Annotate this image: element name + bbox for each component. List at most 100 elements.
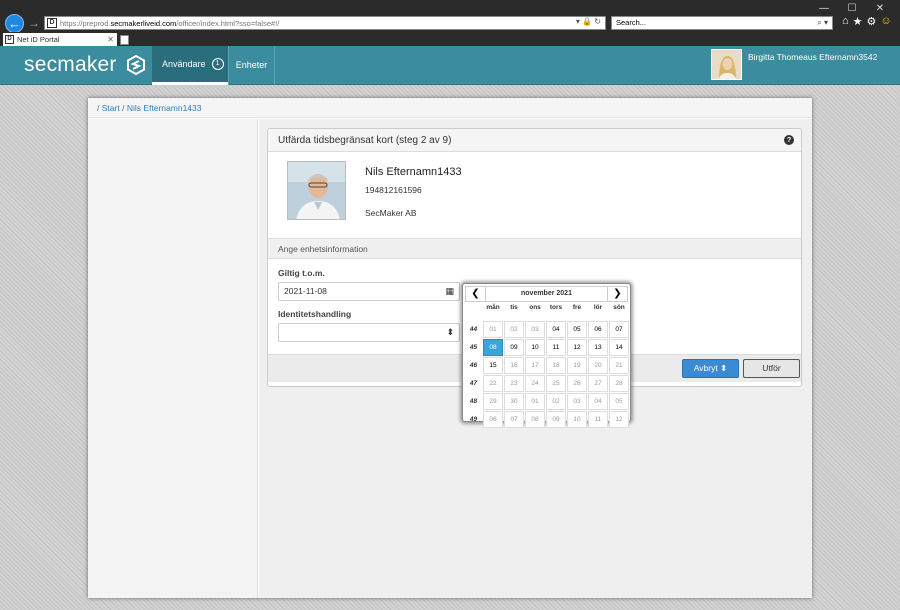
- run-button[interactable]: Utför: [743, 359, 800, 378]
- day-cell: 01: [483, 321, 503, 338]
- day-cell[interactable]: 08: [483, 339, 503, 356]
- day-cell: 19: [567, 357, 587, 374]
- weekday-header: tis: [510, 304, 518, 311]
- date-picker-title[interactable]: november 2021: [486, 287, 607, 301]
- date-picker: ❮ november 2021 ❯ mån tis ons tors fre lör sön…: [462, 283, 631, 428]
- day-cell: 07: [504, 411, 524, 428]
- new-tab-icon[interactable]: [120, 35, 129, 45]
- weekday-header: tors: [549, 304, 563, 311]
- select-arrows-icon: ⬍: [446, 327, 454, 337]
- valid-to-label: Giltig t.o.m.: [278, 268, 325, 278]
- address-tools-icons[interactable]: ▾ 🔒 ↻: [576, 17, 601, 26]
- browser-toolbar: ⌂ ★ ⚙ ☺: [842, 15, 892, 28]
- current-user-name[interactable]: Birgitta Thomeaus Efternamn3542: [748, 52, 877, 62]
- address-url: https://preprod.secmakerliveid.com/offic…: [60, 18, 280, 28]
- nav-users-badge: 1: [211, 58, 224, 70]
- day-cell: 10: [567, 411, 587, 428]
- day-cell[interactable]: 14: [609, 339, 629, 356]
- weekday-header: sön: [613, 304, 625, 311]
- prev-month-chevron-icon[interactable]: ❮: [466, 287, 486, 301]
- person-name: Nils Efternamn1433: [365, 166, 462, 178]
- breadcrumb-start-link[interactable]: Start: [102, 103, 120, 113]
- tab-title: Net iD Portal: [17, 35, 60, 44]
- breadcrumb-current-link[interactable]: Nils Efternamn1433: [127, 103, 202, 113]
- date-picker-grid: mån tis ons tors fre lör sön 44 01 02 03 04 05 06 07 45…: [465, 303, 629, 428]
- dropdown-arrows-icon: ⬍: [720, 363, 728, 373]
- week-number: 44: [469, 326, 478, 333]
- app-header: secmaker Användare 1 Enheter Birgitta Th…: [0, 46, 900, 85]
- browser-search-input[interactable]: Search... ⌕ ▾: [611, 16, 833, 30]
- close-window-icon[interactable]: ✕: [866, 2, 894, 16]
- day-cell: 23: [504, 375, 524, 392]
- person-personal-number: 194812161596: [365, 185, 422, 195]
- panel-title: Utfärda tidsbegränsat kort (steg 2 av 9): [278, 135, 452, 146]
- day-cell: 21: [609, 357, 629, 374]
- week-number: 49: [469, 416, 478, 423]
- day-cell[interactable]: 06: [588, 321, 608, 338]
- weekday-header: fre: [572, 304, 582, 311]
- weekday-header: ons: [529, 304, 541, 311]
- maximize-icon[interactable]: ☐: [838, 2, 866, 16]
- weekday-header-blank: [465, 303, 482, 312]
- date-picker-header: ❮ november 2021 ❯: [465, 286, 628, 302]
- day-cell[interactable]: 13: [588, 339, 608, 356]
- day-cell: 08: [525, 411, 545, 428]
- day-cell: 20: [588, 357, 608, 374]
- home-icon[interactable]: ⌂: [842, 15, 849, 28]
- day-cell: 05: [609, 393, 629, 410]
- settings-gear-icon[interactable]: ⚙: [867, 15, 877, 28]
- secmaker-logo[interactable]: secmaker: [24, 53, 147, 77]
- day-cell: 24: [525, 375, 545, 392]
- user-avatar[interactable]: [711, 49, 742, 80]
- main-card: / Start / Nils Efternamn1433 Utfärda tid…: [88, 98, 812, 598]
- browser-tab[interactable]: D Net iD Portal ✕: [3, 33, 117, 46]
- day-cell: 28: [609, 375, 629, 392]
- nav-units-tab[interactable]: Enheter: [228, 46, 275, 85]
- cancel-button[interactable]: Avbryt ⬍: [682, 359, 739, 378]
- person-profile: Nils Efternamn1433 194812161596 SecMaker…: [268, 152, 801, 239]
- search-icon[interactable]: ⌕ ▾: [817, 17, 828, 29]
- tab-bar: D Net iD Portal ✕: [0, 32, 900, 46]
- tab-close-icon[interactable]: ✕: [107, 33, 114, 46]
- help-icon[interactable]: ?: [784, 135, 794, 145]
- day-cell[interactable]: 04: [546, 321, 566, 338]
- favorites-star-icon[interactable]: ★: [853, 15, 863, 28]
- forward-arrow-icon[interactable]: →: [28, 15, 42, 31]
- tab-favicon-icon: D: [5, 35, 14, 44]
- user-avatar-image: [712, 50, 741, 79]
- day-cell: 01: [525, 393, 545, 410]
- valid-to-date-input[interactable]: 2021-11-08 ▦: [278, 282, 460, 301]
- back-arrow-icon[interactable]: ←: [5, 14, 24, 33]
- breadcrumb: / Start / Nils Efternamn1433: [88, 98, 812, 118]
- week-number: 47: [469, 380, 478, 387]
- day-cell: 25: [546, 375, 566, 392]
- day-cell[interactable]: 07: [609, 321, 629, 338]
- weekday-header: lör: [593, 304, 603, 311]
- nav-users-tab[interactable]: Användare 1: [152, 46, 228, 85]
- day-cell[interactable]: 10: [525, 339, 545, 356]
- id-document-select[interactable]: ⬍: [278, 323, 460, 342]
- day-cell: 18: [546, 357, 566, 374]
- day-cell[interactable]: 15: [483, 357, 503, 374]
- day-cell[interactable]: 05: [567, 321, 587, 338]
- person-photo: [287, 161, 346, 220]
- day-cell: 03: [567, 393, 587, 410]
- day-cell: 26: [567, 375, 587, 392]
- day-cell: 02: [546, 393, 566, 410]
- day-cell: 02: [504, 321, 524, 338]
- week-number: 48: [469, 398, 478, 405]
- address-bar[interactable]: D https://preprod.secmakerliveid.com/off…: [44, 16, 606, 30]
- day-cell[interactable]: 09: [504, 339, 524, 356]
- day-cell[interactable]: 11: [546, 339, 566, 356]
- minimize-icon[interactable]: —: [810, 2, 838, 16]
- feedback-smiley-icon[interactable]: ☺: [880, 15, 891, 28]
- logo-mark-icon: [126, 54, 145, 76]
- day-cell[interactable]: 12: [567, 339, 587, 356]
- day-cell: 03: [525, 321, 545, 338]
- day-cell: 12: [609, 411, 629, 428]
- day-cell: 27: [588, 375, 608, 392]
- next-month-chevron-icon[interactable]: ❯: [607, 287, 627, 301]
- day-cell: 06: [483, 411, 503, 428]
- calendar-icon[interactable]: ▦: [445, 283, 454, 300]
- day-cell: 17: [525, 357, 545, 374]
